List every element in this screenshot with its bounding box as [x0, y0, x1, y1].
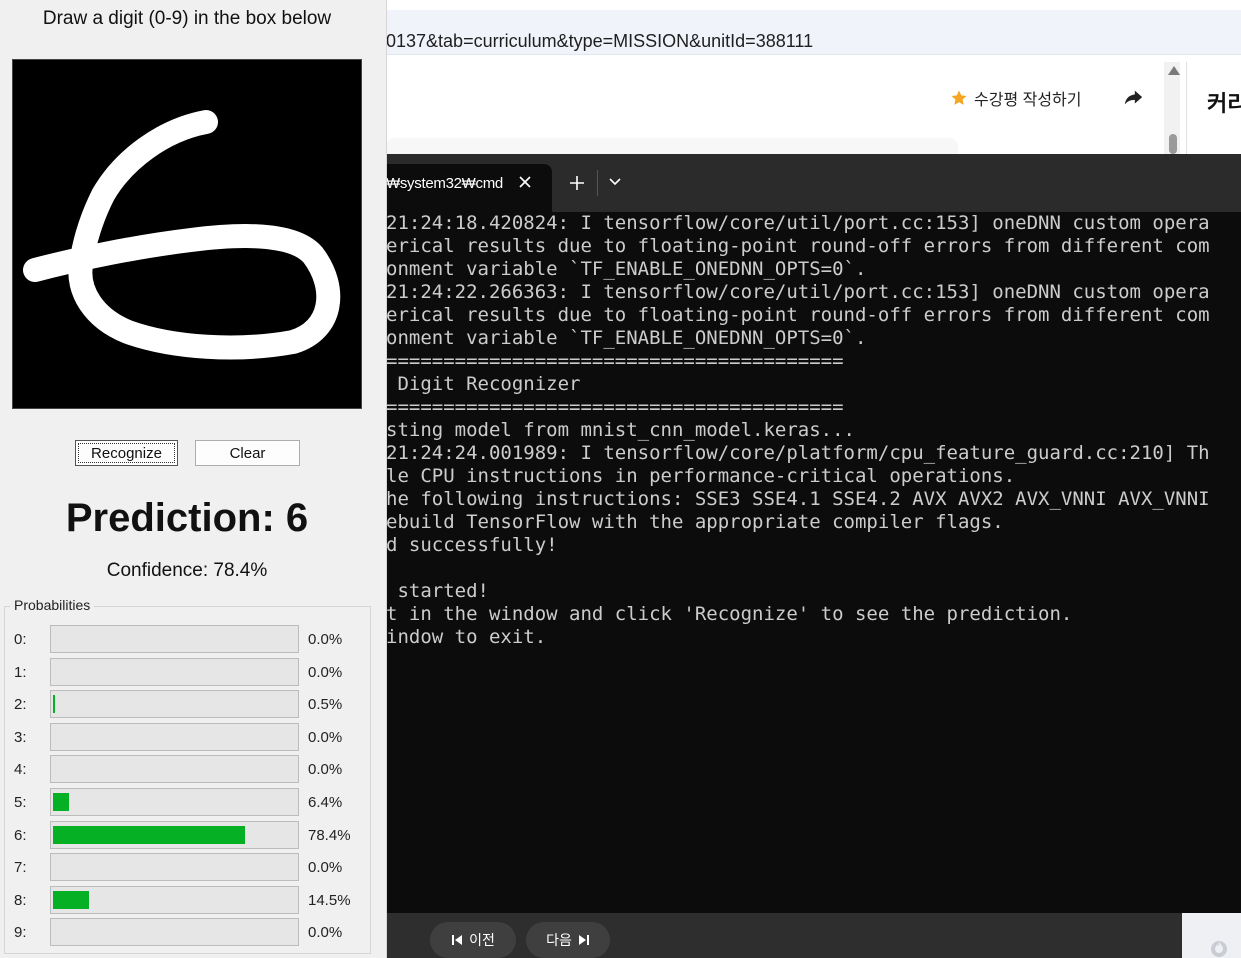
- probability-percent: 6.4%: [308, 794, 343, 811]
- write-review-label: 수강평 작성하기: [974, 92, 1082, 109]
- probability-row: 2: 0.5%: [14, 690, 364, 720]
- probability-row: 3: 0.0%: [14, 722, 364, 753]
- share-icon[interactable]: [1122, 87, 1144, 109]
- probability-bar-fill: [53, 695, 55, 714]
- terminal-window[interactable]: ₩system32₩cmd 21:24:18.420824: I tensorf…: [386, 154, 1241, 913]
- probability-percent: 0.0%: [308, 924, 343, 942]
- terminal-line: 21:24:18.420824: I tensorflow/core/util/…: [386, 212, 1210, 234]
- probability-digit-label: 0:: [14, 631, 27, 648]
- scroll-up-icon[interactable]: [1168, 66, 1180, 75]
- terminal-line: t in the window and click 'Recognize' to…: [386, 603, 1073, 625]
- probability-row: 8: 14.5%: [14, 885, 364, 916]
- digit-recognizer-window: Draw a digit (0-9) in the box below Reco…: [0, 0, 387, 958]
- probability-row: 9: 0.0%: [14, 918, 364, 948]
- skip-back-icon: [452, 935, 463, 945]
- probability-percent: 0.0%: [308, 728, 343, 746]
- terminal-line: 21:24:24.001989: I tensorflow/core/platf…: [386, 442, 1210, 464]
- content-card: [386, 138, 958, 154]
- terminal-line: he following instructions: SSE3 SSE4.1 S…: [386, 488, 1210, 510]
- confidence-label: Confidence: 78.4%: [106, 560, 268, 581]
- terminal-line: erical results due to floating-point rou…: [386, 235, 1210, 257]
- terminal-tab-bar: ₩system32₩cmd: [386, 154, 1241, 212]
- lesson-nav-bar: 이전 다음: [386, 913, 1241, 958]
- chevron-down-icon[interactable]: [608, 177, 622, 187]
- probability-digit-label: 2:: [14, 696, 27, 714]
- drawing-canvas[interactable]: [12, 59, 362, 409]
- probability-percent: 78.4%: [308, 826, 351, 844]
- curriculum-side-title: 커리: [1207, 91, 1241, 116]
- terminal-line: ebuild TensorFlow with the appropriate c…: [386, 511, 1004, 533]
- terminal-line: erical results due to floating-point rou…: [386, 304, 1210, 326]
- probability-digit-label: 5:: [14, 794, 27, 811]
- probability-bar: [50, 625, 299, 653]
- prediction-label: Prediction: 6: [65, 496, 309, 540]
- probability-bar: [50, 853, 299, 882]
- probability-digit-label: 3:: [14, 728, 27, 746]
- probability-digit-label: 9:: [14, 924, 27, 942]
- probability-digit-label: 8:: [14, 891, 27, 909]
- probability-percent: 0.0%: [308, 663, 343, 681]
- probability-bar: [50, 755, 299, 784]
- terminal-line: onment variable `TF_ENABLE_ONEDNN_OPTS=0…: [386, 327, 867, 349]
- probability-row: 0: 0.0%: [14, 625, 364, 655]
- terminal-line: onment variable `TF_ENABLE_ONEDNN_OPTS=0…: [386, 258, 867, 280]
- terminal-line: sting model from mnist_cnn_model.keras..…: [386, 419, 855, 441]
- probability-digit-label: 1:: [14, 663, 27, 681]
- terminal-tab-title[interactable]: ₩system32₩cmd: [386, 175, 503, 192]
- terminal-line: 21:24:22.266363: I tensorflow/core/util/…: [386, 281, 1210, 303]
- clear-button[interactable]: Clear: [195, 440, 300, 466]
- terminal-output[interactable]: 21:24:18.420824: I tensorflow/core/util/…: [386, 212, 1241, 912]
- fire-icon[interactable]: [1209, 938, 1229, 958]
- tab-separator: [597, 170, 598, 196]
- close-icon[interactable]: [518, 175, 532, 189]
- star-icon: [951, 90, 967, 105]
- probability-row: 1: 0.0%: [14, 657, 364, 688]
- prev-button[interactable]: 이전: [430, 922, 516, 958]
- terminal-line: ========================================: [386, 396, 844, 418]
- probability-bar-fill: [53, 890, 89, 909]
- probability-row: 6: 78.4%: [14, 820, 364, 851]
- side-divider: [1186, 62, 1187, 154]
- probability-row: 7: 0.0%: [14, 853, 364, 883]
- probability-digit-label: 7:: [14, 859, 27, 877]
- probability-percent: 14.5%: [308, 891, 351, 909]
- address-bar[interactable]: 0137&tab=curriculum&type=MISSION&unitId=…: [386, 10, 1241, 55]
- skip-forward-icon: [578, 935, 589, 945]
- drawn-digit-stroke: [23, 110, 341, 360]
- next-label: 다음: [546, 932, 572, 948]
- scrollbar-thumb[interactable]: [1169, 134, 1177, 154]
- probability-bar: [50, 918, 299, 947]
- terminal-line: Digit Recognizer: [386, 373, 581, 395]
- probabilities-legend: Probabilities: [10, 597, 95, 613]
- probability-digit-label: 4:: [14, 761, 27, 779]
- probability-bar: [50, 690, 299, 719]
- instruction-label: Draw a digit (0-9) in the box below: [42, 8, 332, 29]
- terminal-line: started!: [386, 580, 489, 602]
- probability-bar: [50, 820, 299, 849]
- next-button[interactable]: 다음: [526, 922, 610, 958]
- probability-percent: 0.0%: [308, 859, 343, 877]
- probability-row: 5: 6.4%: [14, 788, 364, 818]
- probability-percent: 0.5%: [308, 696, 343, 714]
- prev-label: 이전: [469, 932, 495, 948]
- terminal-line: le CPU instructions in performance-criti…: [386, 465, 1016, 487]
- probability-digit-label: 6:: [14, 826, 27, 844]
- terminal-line: ========================================: [386, 350, 844, 372]
- recognize-button[interactable]: Recognize: [75, 440, 178, 466]
- probability-percent: 0.0%: [308, 631, 343, 648]
- probability-bar: [50, 885, 299, 914]
- probability-bar: [50, 788, 299, 816]
- probability-bar: [50, 657, 299, 686]
- probability-bar-fill: [53, 825, 245, 844]
- plus-icon[interactable]: [569, 175, 585, 191]
- terminal-line: d successfully!: [386, 534, 558, 556]
- write-review-button[interactable]: 수강평 작성하기: [950, 86, 1082, 110]
- probability-bar: [50, 722, 299, 751]
- probability-row: 4: 0.0%: [14, 755, 364, 785]
- probability-bar-fill: [53, 793, 69, 811]
- terminal-line: indow to exit.: [386, 626, 547, 648]
- url-text[interactable]: 0137&tab=curriculum&type=MISSION&unitId=…: [386, 31, 813, 52]
- probability-percent: 0.0%: [308, 761, 343, 779]
